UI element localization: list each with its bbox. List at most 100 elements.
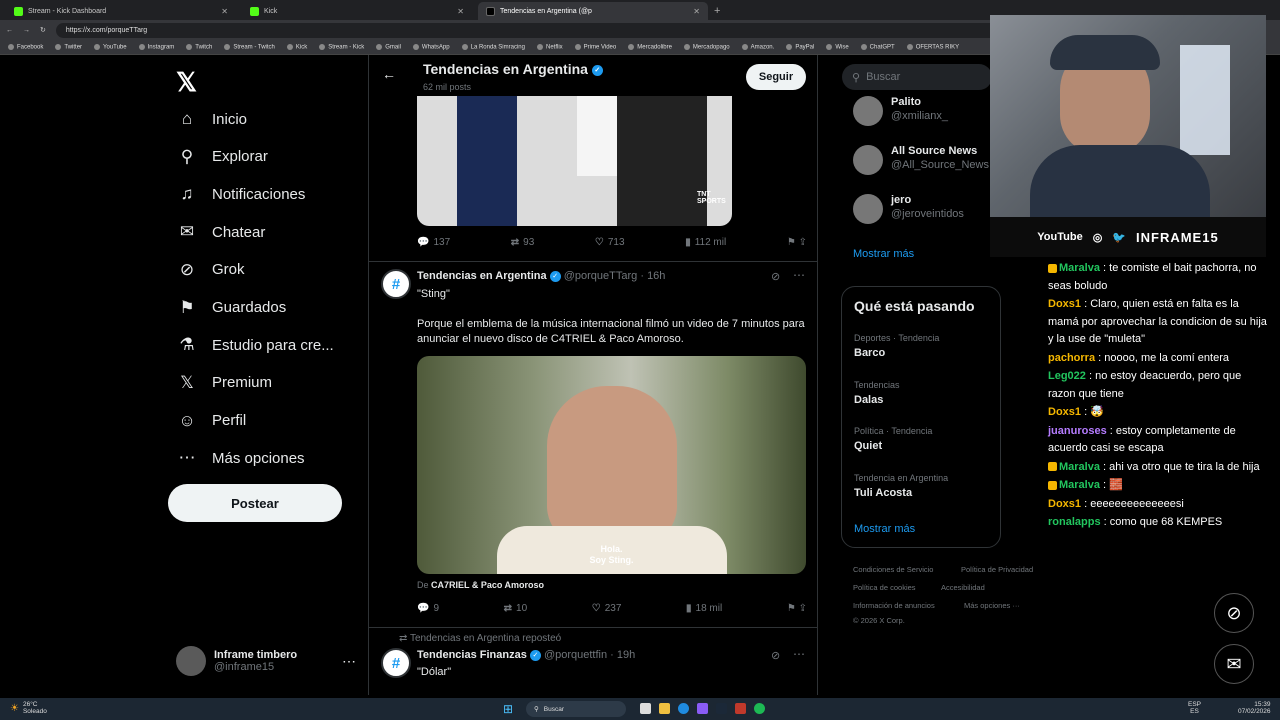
nav-item-guardados[interactable]: ⚑ Guardados [176,297,286,319]
nav-item-explorar[interactable]: ⚲ Explorar [176,146,268,168]
close-tab-icon[interactable]: ✕ [221,7,228,16]
nav-item-ms[interactable]: ⋯ Más opciones [176,447,305,469]
trend-item[interactable]: Tendencia en Argentina Tuli Acosta [854,473,948,499]
start-icon[interactable]: ⊞ [503,702,513,716]
trends-show-more[interactable]: Mostrar más [854,523,915,535]
follow-button[interactable]: Seguir [746,64,806,90]
bookmark-item[interactable]: Twitter [55,43,82,50]
grok-icon[interactable]: ⊘ [771,649,780,662]
bookmark-item[interactable]: Stream - Kick [319,43,364,50]
close-tab-icon[interactable]: ✕ [457,7,464,16]
app-icon[interactable] [735,703,746,714]
spotify-icon[interactable] [754,703,765,714]
tab-tendencias[interactable]: Tendencias en Argentina (@p ✕ [478,2,708,20]
post-time[interactable]: 19h [617,649,635,661]
repost-button[interactable]: ⇄ 93 [511,237,535,248]
follow-suggestion[interactable]: All Source News @All_Source_News [853,145,989,175]
account-switcher[interactable]: Inframe timbero @inframe15 ⋯ [176,644,356,678]
footer-terms[interactable]: Condiciones de Servicio [853,565,933,574]
url-field[interactable]: https://x.com/porqueTTarg [55,22,1016,38]
bookmark-item[interactable]: Mercadolibre [628,43,672,50]
post-image[interactable]: TNT SPORTS [417,96,732,226]
nav-item-grok[interactable]: ⊘ Grok [176,259,245,281]
bookmark-item[interactable]: Mercadopago [683,43,730,50]
steam-icon[interactable] [716,703,727,714]
show-more-link[interactable]: Mostrar más [853,248,914,260]
tab-kick[interactable]: Kick ✕ [242,2,472,20]
nav-item-inicio[interactable]: ⌂ Inicio [176,108,247,130]
grok-fab-icon[interactable]: ⊘ [1214,593,1254,633]
more-icon[interactable]: ⋯ [793,268,805,282]
nav-item-perfil[interactable]: ☺ Perfil [176,410,246,432]
trends-avatar[interactable]: # [381,269,411,299]
author-name[interactable]: Tendencias en Argentina [417,270,547,282]
bookmark-item[interactable]: La Ronda Simracing [461,43,525,50]
file-explorer-icon[interactable] [659,703,670,714]
nav-item-estudio[interactable]: ⚗ Estudio para cre... [176,334,333,356]
post-button[interactable]: Postear [168,484,342,522]
bookmark-item[interactable]: Instagram [138,43,174,50]
more-icon[interactable]: ⋯ [342,653,356,670]
views-button[interactable]: ▮ 18 mil [686,603,722,614]
bookmark-item[interactable]: OFERTAS RIKY [906,43,959,50]
discord-icon[interactable] [697,703,708,714]
forward-icon[interactable]: → [23,27,30,34]
weather-widget[interactable]: ☀ 26°C Soleado [10,701,47,715]
reply-button[interactable]: 💬 9 [417,603,439,614]
trend-item[interactable]: Deportes · Tendencia Barco [854,333,939,359]
tab-kick-dashboard[interactable]: Stream - Kick Dashboard ✕ [6,2,236,20]
bookmark-item[interactable]: Kick [286,43,307,50]
nav-item-premium[interactable]: 𝕏 Premium [176,372,272,394]
close-tab-icon[interactable]: ✕ [693,7,700,16]
bookmark-item[interactable]: ChatGPT [860,43,895,50]
back-arrow-icon[interactable]: ← [382,66,396,82]
trend-item[interactable]: Tendencias Dalas [854,380,900,406]
nav-item-notificaciones[interactable]: ♫ Notificaciones [176,183,306,205]
footer-accessibility[interactable]: Accesibilidad [941,583,985,592]
bookmark-item[interactable]: Netflix [536,43,563,50]
like-button[interactable]: ♡ 237 [592,603,622,614]
footer-cookies[interactable]: Política de cookies [853,583,916,592]
x-logo-icon[interactable]: 𝕏 [176,67,197,98]
new-tab-icon[interactable]: + [714,5,720,17]
grok-icon[interactable]: ⊘ [771,270,780,283]
views-button[interactable]: ▮ 112 mil [685,237,726,248]
repost-button[interactable]: ⇄ 10 [504,603,528,614]
repost-label[interactable]: ⇄ Tendencias en Argentina reposteó [399,633,561,644]
author-name[interactable]: Tendencias Finanzas [417,649,527,661]
clock[interactable]: 15:39 07/02/2026 [1238,701,1271,715]
language-indicator[interactable]: ESP ES [1188,701,1201,715]
finanzas-avatar[interactable]: # [381,648,411,678]
video-thumbnail[interactable]: Hola. Soy Sting. [417,356,806,574]
bookmark-item[interactable]: Wise [826,43,849,50]
bookmark-item[interactable]: Twitch [186,43,212,50]
bookmark-item[interactable]: Facebook [8,43,43,50]
bookmark-button[interactable]: ⚑ ⇪ [787,603,807,614]
footer-more[interactable]: Más opciones ··· [964,601,1020,610]
bookmark-item[interactable]: WhatsApp [412,43,450,50]
reload-icon[interactable]: ↻ [40,26,46,34]
bookmark-button[interactable]: ⚑ ⇪ [787,237,807,248]
reply-button[interactable]: 💬 137 [417,237,450,248]
follow-suggestion[interactable]: jero @jeroveintidos [853,194,964,224]
like-button[interactable]: ♡ 713 [595,237,625,248]
back-icon[interactable]: ← [6,27,13,34]
video-source[interactable]: De CA7RIEL & Paco Amoroso [417,580,544,590]
footer-privacy[interactable]: Política de Privacidad [961,565,1033,574]
task-view-icon[interactable] [640,703,651,714]
post-time[interactable]: 16h [647,270,665,282]
taskbar-search[interactable]: ⚲ Buscar [526,701,626,717]
bookmark-item[interactable]: YouTube [94,43,127,50]
more-icon[interactable]: ⋯ [793,647,805,661]
follow-suggestion[interactable]: Palito @xmilianx_ [853,96,948,126]
search-input[interactable]: ⚲ Buscar [842,64,992,90]
bookmark-item[interactable]: Stream - Twitch [224,43,275,50]
bookmark-item[interactable]: Amazon. [741,43,774,50]
edge-icon[interactable] [678,703,689,714]
bookmark-item[interactable]: Gmail [376,43,401,50]
trend-item[interactable]: Política · Tendencia Quiet [854,426,932,452]
bookmark-item[interactable]: Prime Video [574,43,616,50]
footer-ads-info[interactable]: Información de anuncios [853,601,935,610]
messages-fab-icon[interactable]: ✉ [1214,644,1254,684]
nav-item-chatear[interactable]: ✉ Chatear [176,221,266,243]
